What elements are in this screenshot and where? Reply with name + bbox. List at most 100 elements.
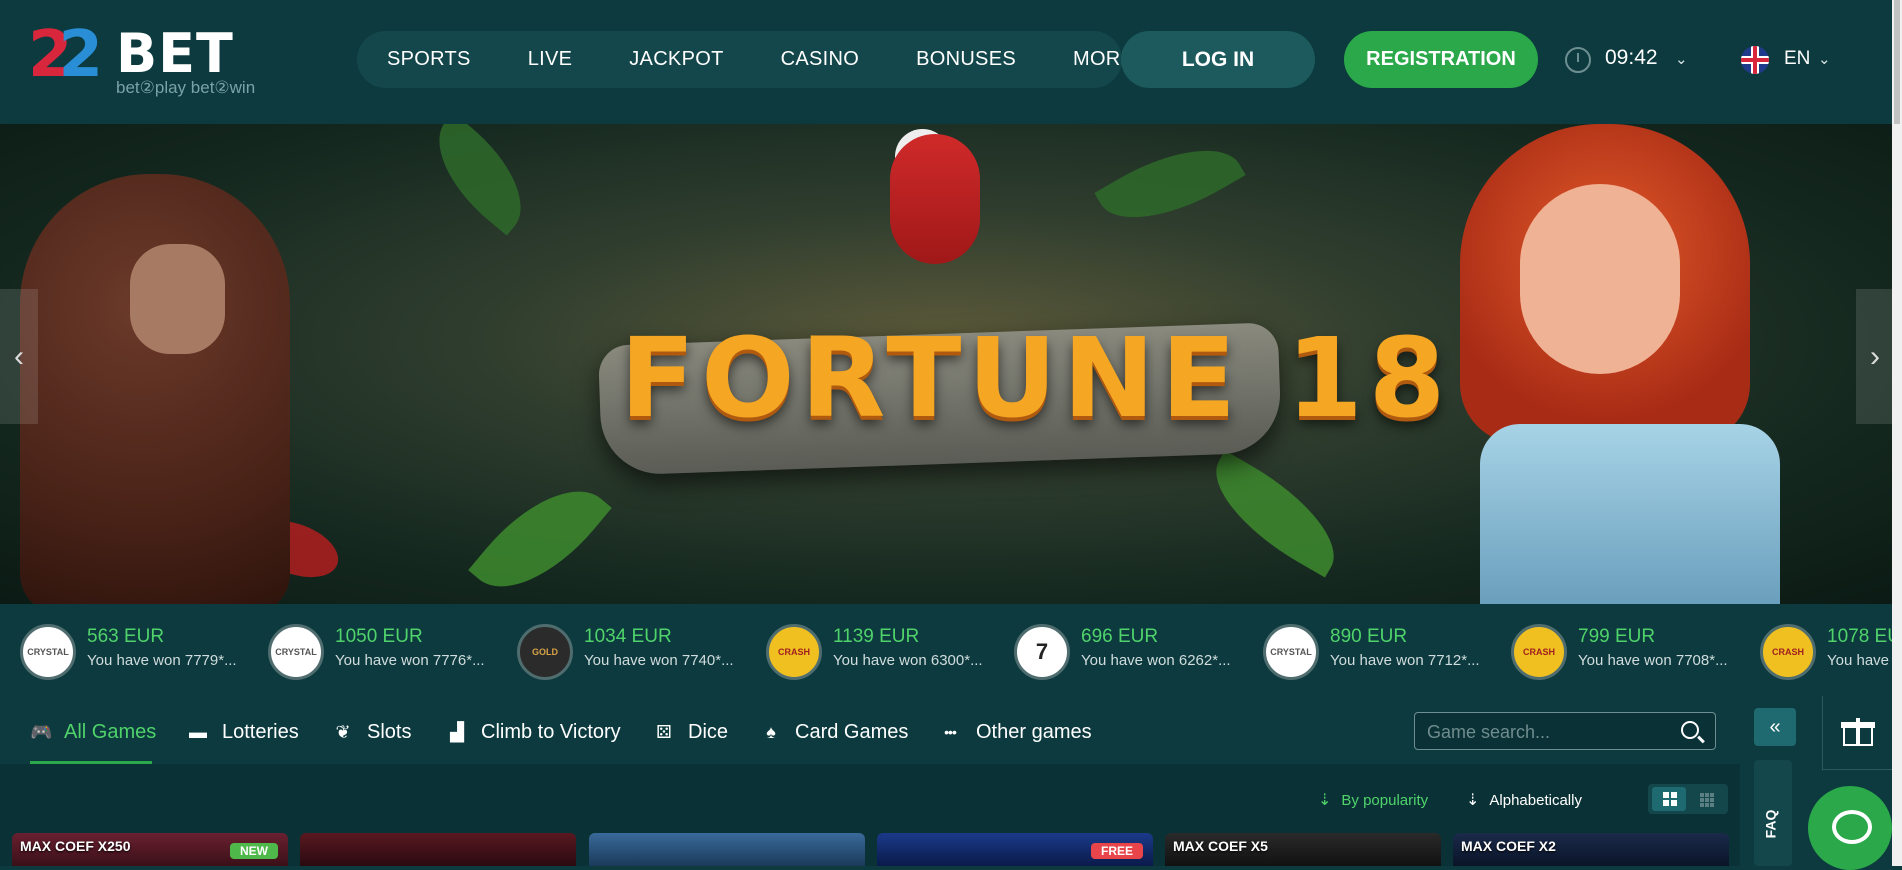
- game-tile[interactable]: [589, 833, 865, 866]
- banner-title-block: FORTUNE 18: [597, 294, 1445, 476]
- language-selector[interactable]: EN: [1784, 48, 1810, 70]
- time-display[interactable]: 09:42: [1605, 46, 1658, 70]
- tab-label: Climb to Victory: [481, 720, 621, 743]
- tile-label: MAX COEF X5: [1173, 838, 1268, 854]
- win-item[interactable]: GOLD 1034 EUR You have won 7740*...: [497, 616, 737, 682]
- win-amount: 1139 EUR: [833, 626, 920, 647]
- win-amount: 890 EUR: [1330, 626, 1408, 647]
- nav-jackpot[interactable]: JACKPOT: [629, 48, 723, 71]
- gift-button[interactable]: [1822, 696, 1892, 770]
- page-scrollbar[interactable]: [1892, 0, 1902, 866]
- chevron-down-icon[interactable]: ⌄: [1675, 50, 1688, 68]
- tab-climb-to-victory[interactable]: ▟ Climb to Victory: [447, 718, 621, 746]
- view-toggle: [1648, 784, 1728, 814]
- sort-label: Alphabetically: [1489, 791, 1582, 809]
- game-tile[interactable]: MAX COEF X250 NEW: [12, 833, 288, 866]
- ticket-icon: ▬: [189, 722, 207, 742]
- banner-prev-button[interactable]: ‹: [0, 289, 38, 424]
- game-category-tabs: 🎮 All Games ▬ Lotteries ❦ Slots ▟ Climb …: [0, 696, 1740, 764]
- tab-other-games[interactable]: ••• Other games: [938, 718, 1091, 746]
- game-tiles: MAX COEF X250 NEW FREE MAX COEF X5 MAX C…: [0, 833, 1740, 866]
- sort-icon: ⇣: [1318, 792, 1332, 809]
- dice-icon: ⚄: [656, 722, 672, 742]
- win-amount: 696 EUR: [1081, 626, 1159, 647]
- win-text: You have w: [1827, 652, 1892, 669]
- tab-card-games[interactable]: ♠ Card Games: [761, 718, 908, 746]
- logo-word: BET: [116, 22, 234, 85]
- monkey-character: [20, 174, 290, 604]
- tab-slots[interactable]: ❦ Slots: [333, 718, 411, 746]
- game-badge-icon: GOLD: [517, 624, 573, 680]
- tab-label: Dice: [688, 720, 729, 743]
- game-tile[interactable]: FREE: [877, 833, 1153, 866]
- chat-button[interactable]: [1808, 786, 1892, 870]
- tab-all-games[interactable]: 🎮 All Games: [30, 718, 156, 746]
- site-header: 22 BET bet②play bet②win SPORTS LIVE JACK…: [0, 0, 1902, 124]
- tab-label: Slots: [367, 720, 412, 743]
- parrot-character: [890, 134, 980, 264]
- win-text: You have won 7776*...: [335, 652, 485, 669]
- win-text: You have won 7740*...: [584, 652, 734, 669]
- registration-button[interactable]: REGISTRATION: [1344, 31, 1538, 88]
- win-item[interactable]: CRYSTAL 890 EUR You have won 7712*...: [1243, 616, 1483, 682]
- nav-bonuses[interactable]: BONUSES: [916, 48, 1016, 71]
- game-badge-icon: CRASH: [766, 624, 822, 680]
- logo-tagline: bet②play bet②win: [116, 78, 256, 97]
- logo-digit-a: 2: [28, 18, 72, 92]
- win-item[interactable]: CRYSTAL 563 EUR You have won 7779*...: [0, 616, 240, 682]
- chat-bubble-icon: [1832, 810, 1872, 844]
- login-button[interactable]: LOG IN: [1121, 31, 1315, 88]
- win-text: You have won 7712*...: [1330, 652, 1480, 669]
- stairs-icon: ▟: [450, 722, 464, 742]
- game-tile[interactable]: MAX COEF X5: [1165, 833, 1441, 866]
- uk-flag-icon[interactable]: [1741, 46, 1769, 74]
- game-tile[interactable]: MAX COEF X2: [1453, 833, 1729, 866]
- win-item[interactable]: CRASH 799 EUR You have won 7708*...: [1491, 616, 1731, 682]
- sort-icon: ⇣: [1466, 792, 1480, 809]
- game-badge-icon: CRASH: [1760, 624, 1816, 680]
- banner-next-button[interactable]: ›: [1856, 289, 1892, 424]
- tab-lotteries[interactable]: ▬ Lotteries: [188, 718, 299, 746]
- tab-dice[interactable]: ⚄ Dice: [654, 718, 728, 746]
- logo-digit-b: 2: [58, 18, 103, 92]
- game-tile[interactable]: [300, 833, 576, 866]
- banner-title: FORTUNE 18: [620, 314, 1452, 442]
- faq-button[interactable]: FAQ: [1754, 760, 1792, 866]
- gamepad-icon: 🎮: [30, 722, 53, 742]
- recent-wins-ticker: CRYSTAL 563 EUR You have won 7779*... CR…: [0, 604, 1892, 696]
- tab-label: All Games: [64, 720, 157, 743]
- sort-label: By popularity: [1341, 791, 1429, 809]
- game-search: [1414, 712, 1716, 750]
- chevron-down-icon[interactable]: ⌄: [1818, 50, 1831, 68]
- search-icon[interactable]: [1681, 721, 1699, 739]
- new-badge: NEW: [230, 843, 278, 859]
- win-amount: 1050 EUR: [335, 626, 423, 647]
- collapse-button[interactable]: «: [1754, 708, 1796, 746]
- grid-view-button[interactable]: [1652, 787, 1686, 811]
- free-badge: FREE: [1090, 843, 1143, 859]
- win-amount: 1078 EUR: [1827, 626, 1892, 647]
- sort-by-popularity[interactable]: ⇣ By popularity: [1318, 790, 1428, 810]
- win-amount: 563 EUR: [87, 626, 165, 647]
- game-search-input[interactable]: [1427, 721, 1667, 743]
- win-item[interactable]: 7 696 EUR You have won 6262*...: [994, 616, 1234, 682]
- win-item[interactable]: CRYSTAL 1050 EUR You have won 7776*...: [248, 616, 488, 682]
- win-item[interactable]: CRASH 1078 EUR You have w: [1740, 616, 1892, 682]
- small-grid-icon[interactable]: [1700, 793, 1714, 807]
- cherry-icon: ❦: [335, 722, 351, 742]
- spade-icon: ♠: [766, 722, 776, 742]
- win-amount: 799 EUR: [1578, 626, 1656, 647]
- promo-banner[interactable]: FORTUNE 18 ‹ ›: [0, 124, 1892, 604]
- logo[interactable]: 22 BET bet②play bet②win: [28, 18, 288, 100]
- nav-live[interactable]: LIVE: [528, 48, 573, 71]
- sort-alphabetically[interactable]: ⇣ Alphabetically: [1466, 790, 1582, 810]
- main-nav: SPORTS LIVE JACKPOT CASINO BONUSES MORE: [357, 31, 1134, 88]
- game-badge-icon: CRYSTAL: [268, 624, 324, 680]
- win-item[interactable]: CRASH 1139 EUR You have won 6300*...: [746, 616, 986, 682]
- tab-label: Card Games: [795, 720, 909, 743]
- gift-icon: [1841, 718, 1875, 746]
- nav-casino[interactable]: CASINO: [781, 48, 859, 71]
- nav-sports[interactable]: SPORTS: [387, 48, 471, 71]
- scrollbar-thumb[interactable]: [1894, 0, 1900, 124]
- dots-icon: •••: [944, 724, 957, 740]
